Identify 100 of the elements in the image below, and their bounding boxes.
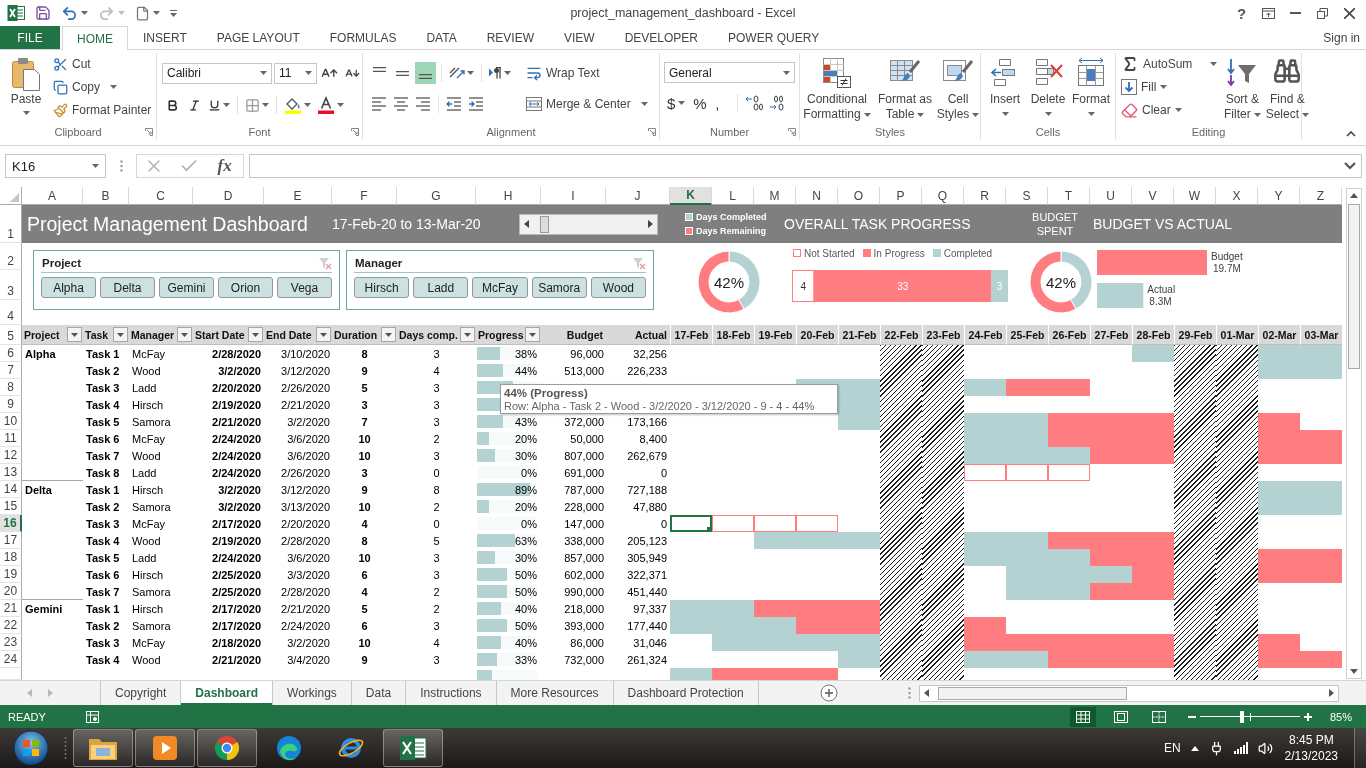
column-header[interactable]: O bbox=[838, 187, 880, 205]
row-number[interactable]: 21 bbox=[0, 600, 22, 617]
column-header[interactable]: U bbox=[1090, 187, 1132, 205]
row-number[interactable]: 10 bbox=[0, 413, 22, 430]
row-number[interactable]: 5 bbox=[0, 325, 22, 345]
number-format-button[interactable]: % bbox=[690, 92, 711, 114]
column-header[interactable]: X bbox=[1216, 187, 1258, 205]
row-number[interactable]: 9 bbox=[0, 396, 22, 413]
column-header[interactable]: Y bbox=[1258, 187, 1300, 205]
help-button[interactable]: ? bbox=[1228, 2, 1255, 24]
column-header[interactable]: L bbox=[712, 187, 754, 205]
add-sheet-button[interactable] bbox=[820, 684, 838, 702]
row-number[interactable]: 3 bbox=[0, 270, 22, 300]
column-header[interactable]: Z bbox=[1300, 187, 1342, 205]
row-number[interactable]: 20 bbox=[0, 583, 22, 600]
row-number[interactable]: 4 bbox=[0, 300, 22, 325]
taskbar-app-button[interactable] bbox=[135, 729, 195, 767]
column-header[interactable]: T bbox=[1048, 187, 1090, 205]
filter-button[interactable] bbox=[67, 327, 82, 342]
taskbar-app-button[interactable] bbox=[383, 729, 443, 767]
column-header[interactable]: P bbox=[880, 187, 922, 205]
increase-decimal-button[interactable] bbox=[743, 92, 766, 114]
dialog-launcher-icon[interactable] bbox=[145, 128, 153, 137]
number-format-dropdown[interactable]: General bbox=[664, 62, 795, 83]
slicer-item[interactable]: Wood bbox=[590, 277, 646, 298]
wrap-text-button[interactable]: Wrap Text bbox=[523, 62, 651, 84]
copy-button[interactable]: Copy bbox=[50, 76, 155, 98]
clock-date[interactable]: 2/13/2023 bbox=[1284, 749, 1338, 763]
zoom-slider-thumb[interactable] bbox=[1239, 710, 1244, 723]
editing-button[interactable]: Clear bbox=[1118, 99, 1221, 121]
cells-button[interactable]: Insert bbox=[983, 53, 1027, 116]
cells-button[interactable]: Format bbox=[1069, 53, 1113, 116]
font-name-dropdown[interactable]: Calibri bbox=[162, 62, 272, 84]
row-number[interactable]: 16 bbox=[0, 515, 22, 532]
column-header[interactable]: M bbox=[754, 187, 796, 205]
editing-button[interactable]: Sort & Filter bbox=[1220, 53, 1265, 122]
slicer-item[interactable]: McFay bbox=[472, 277, 528, 298]
sheet-tab[interactable]: Dashboard bbox=[181, 681, 274, 705]
cells-button[interactable]: Delete bbox=[1027, 53, 1069, 116]
taskbar-app-button[interactable] bbox=[197, 729, 257, 767]
row-number[interactable]: 14 bbox=[0, 481, 22, 498]
ribbon-tab[interactable]: FILE bbox=[0, 26, 60, 49]
normal-view-button[interactable] bbox=[1069, 706, 1096, 727]
row-number[interactable]: 24 bbox=[0, 651, 22, 668]
column-header[interactable]: N bbox=[796, 187, 838, 205]
signal-bars-icon[interactable] bbox=[1233, 742, 1248, 754]
row-number[interactable]: 6 bbox=[0, 345, 22, 362]
styles-button[interactable]: Format as Table bbox=[874, 53, 936, 122]
slicer-item[interactable]: Samora bbox=[531, 277, 587, 298]
row-number[interactable]: 7 bbox=[0, 362, 22, 379]
column-header[interactable]: A bbox=[22, 187, 83, 205]
filter-button[interactable] bbox=[525, 327, 540, 342]
editing-button[interactable]: Find & Select bbox=[1264, 53, 1311, 122]
row-number[interactable]: 13 bbox=[0, 464, 22, 481]
ribbon-tab[interactable]: HOME bbox=[62, 26, 128, 50]
slicer-item[interactable]: Orion bbox=[218, 277, 273, 298]
slicer-item[interactable]: Hirsch bbox=[354, 277, 410, 298]
number-format-button[interactable]: $ bbox=[664, 92, 689, 114]
scroll-thumb[interactable] bbox=[1348, 204, 1360, 369]
number-format-button[interactable]: , bbox=[712, 92, 733, 114]
font-color-button[interactable] bbox=[315, 94, 346, 116]
filter-button[interactable] bbox=[177, 327, 192, 342]
row-number[interactable]: 8 bbox=[0, 379, 22, 396]
filter-button[interactable] bbox=[248, 327, 263, 342]
slicer-item[interactable]: Gemini bbox=[159, 277, 214, 298]
column-header[interactable]: D bbox=[193, 187, 264, 205]
show-desktop-button[interactable] bbox=[1354, 728, 1366, 768]
row-number[interactable]: 11 bbox=[0, 430, 22, 447]
cut-button[interactable]: Cut bbox=[50, 53, 155, 75]
column-header[interactable]: R bbox=[964, 187, 1006, 205]
column-header[interactable]: G bbox=[397, 187, 476, 205]
macro-record-icon[interactable] bbox=[85, 710, 99, 723]
row-number[interactable]: 15 bbox=[0, 498, 22, 515]
row-number[interactable]: 18 bbox=[0, 549, 22, 566]
column-header[interactable]: Q bbox=[922, 187, 964, 205]
row-number[interactable]: 1 bbox=[0, 205, 22, 243]
filter-button[interactable] bbox=[460, 327, 475, 342]
dialog-launcher-icon[interactable] bbox=[648, 128, 656, 137]
vertical-scrollbar[interactable] bbox=[1346, 188, 1362, 679]
slicer-item[interactable]: Vega bbox=[277, 277, 332, 298]
slicer-item[interactable]: Ladd bbox=[413, 277, 469, 298]
font-size-dropdown[interactable]: 11 bbox=[274, 62, 317, 84]
row-number[interactable]: 23 bbox=[0, 634, 22, 651]
up-triangle-icon[interactable] bbox=[1190, 745, 1199, 751]
column-header[interactable]: V bbox=[1132, 187, 1174, 205]
filter-button[interactable] bbox=[316, 327, 331, 342]
format-painter-button[interactable]: Format Painter bbox=[50, 99, 155, 121]
date-scrollbar[interactable] bbox=[519, 213, 658, 235]
dialog-launcher-icon[interactable] bbox=[351, 128, 359, 137]
styles-button[interactable]: Conditional Formatting bbox=[800, 53, 874, 122]
taskbar-app-button[interactable] bbox=[73, 729, 133, 767]
paste-button[interactable]: Paste bbox=[4, 53, 48, 115]
slicer-item[interactable]: Alpha bbox=[41, 277, 96, 298]
merge-center-button[interactable]: Merge & Center bbox=[523, 93, 651, 115]
column-header[interactable]: H bbox=[476, 187, 541, 205]
editing-button[interactable]: Fill bbox=[1118, 76, 1221, 98]
row-number[interactable]: 17 bbox=[0, 532, 22, 549]
column-header[interactable]: B bbox=[83, 187, 129, 205]
bottom-align-button[interactable] bbox=[415, 62, 436, 84]
styles-button[interactable]: Cell Styles bbox=[936, 53, 980, 122]
